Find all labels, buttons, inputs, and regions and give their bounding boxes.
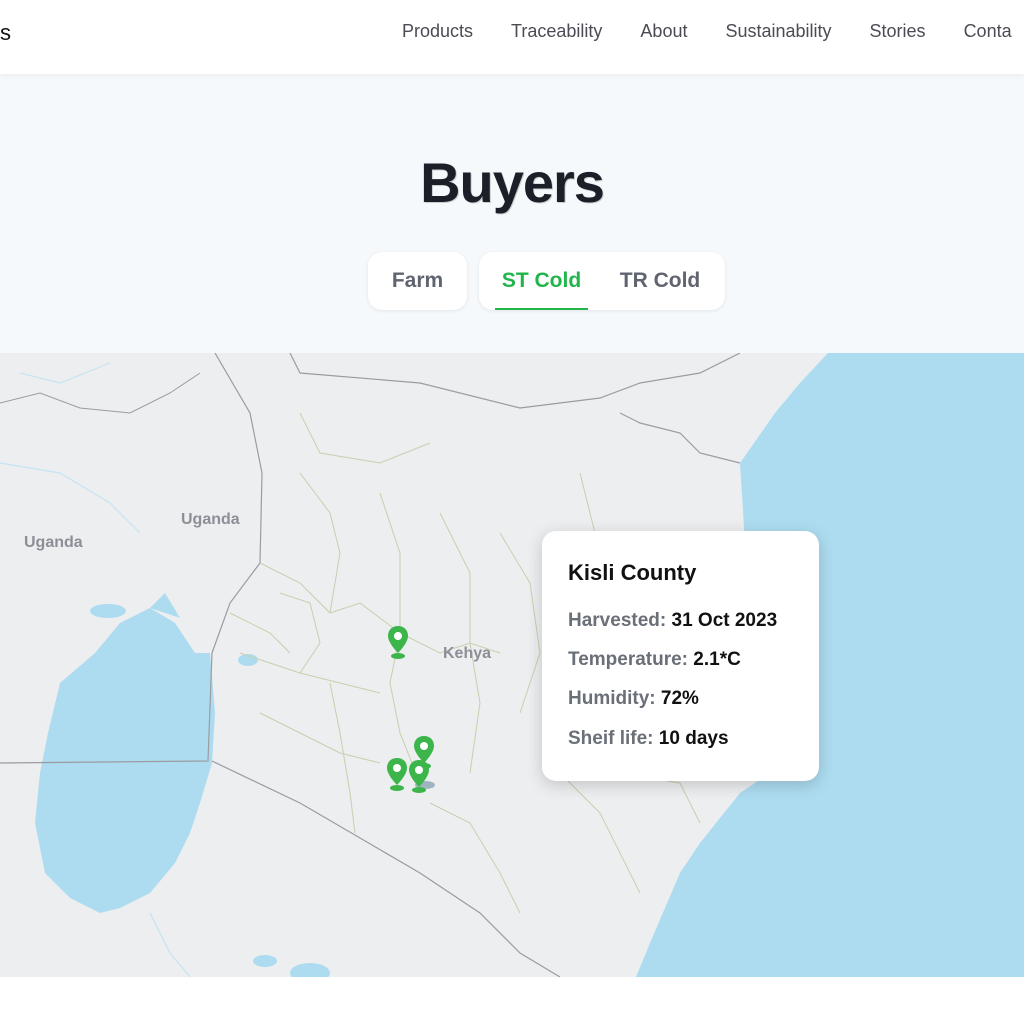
- temperature-value: 2.1*C: [693, 649, 741, 670]
- popup-row-humidity: Humidity: 72%: [568, 688, 699, 710]
- shelf-life-value: 10 days: [658, 728, 729, 749]
- harvested-label: Harvested:: [568, 610, 667, 631]
- map-label-uganda: Uganda: [181, 511, 240, 528]
- harvested-value: 31 Oct 2023: [671, 610, 778, 631]
- shelf-life-label: Sheif life:: [568, 728, 654, 749]
- map-pin-icon[interactable]: [408, 759, 430, 795]
- map-canvas[interactable]: Uganda Uganda Kehya: [0, 353, 1024, 977]
- map-label-uganda-secondary: Uganda: [24, 534, 83, 551]
- temperature-label: Temperature:: [568, 649, 689, 670]
- popup-row-temperature: Temperature: 2.1*C: [568, 649, 741, 671]
- humidity-label: Humidity:: [568, 688, 656, 709]
- footer-strip: [0, 977, 1024, 1024]
- brand-logo-text[interactable]: s: [0, 20, 11, 46]
- tab-group-farm: Farm: [368, 252, 467, 310]
- nav-link-traceability[interactable]: Traceability: [511, 21, 602, 42]
- map-pin-icon[interactable]: [387, 625, 409, 661]
- popup-row-harvested: Harvested: 31 Oct 2023: [568, 610, 777, 632]
- nav-link-products[interactable]: Products: [402, 21, 473, 42]
- nav-link-stories[interactable]: Stories: [870, 21, 926, 42]
- nav-link-about[interactable]: About: [640, 21, 687, 42]
- tab-st-cold[interactable]: ST Cold: [495, 252, 588, 310]
- map-label-kenya: Kehya: [443, 645, 492, 662]
- nav-link-sustainability[interactable]: Sustainability: [725, 21, 831, 42]
- page-title: Buyers: [420, 151, 605, 214]
- tab-tr-cold[interactable]: TR Cold: [605, 252, 715, 310]
- top-navigation-bar: s Products Traceability About Sustainabi…: [0, 0, 1024, 74]
- popup-row-shelf-life: Sheif life: 10 days: [568, 728, 729, 750]
- tab-farm[interactable]: Farm: [368, 252, 467, 310]
- location-info-popup: Kisli County Harvested: 31 Oct 2023 Temp…: [542, 531, 819, 781]
- tab-group-cold: ST Cold TR Cold: [479, 252, 725, 310]
- map-base-layer: [0, 353, 1024, 977]
- humidity-value: 72%: [660, 688, 699, 709]
- nav-link-contact[interactable]: Conta: [964, 21, 1012, 42]
- map-pin-icon[interactable]: [386, 757, 408, 793]
- main-nav: Products Traceability About Sustainabili…: [402, 21, 1024, 42]
- active-tab-indicator: [495, 308, 588, 310]
- popup-title: Kisli County: [568, 560, 697, 585]
